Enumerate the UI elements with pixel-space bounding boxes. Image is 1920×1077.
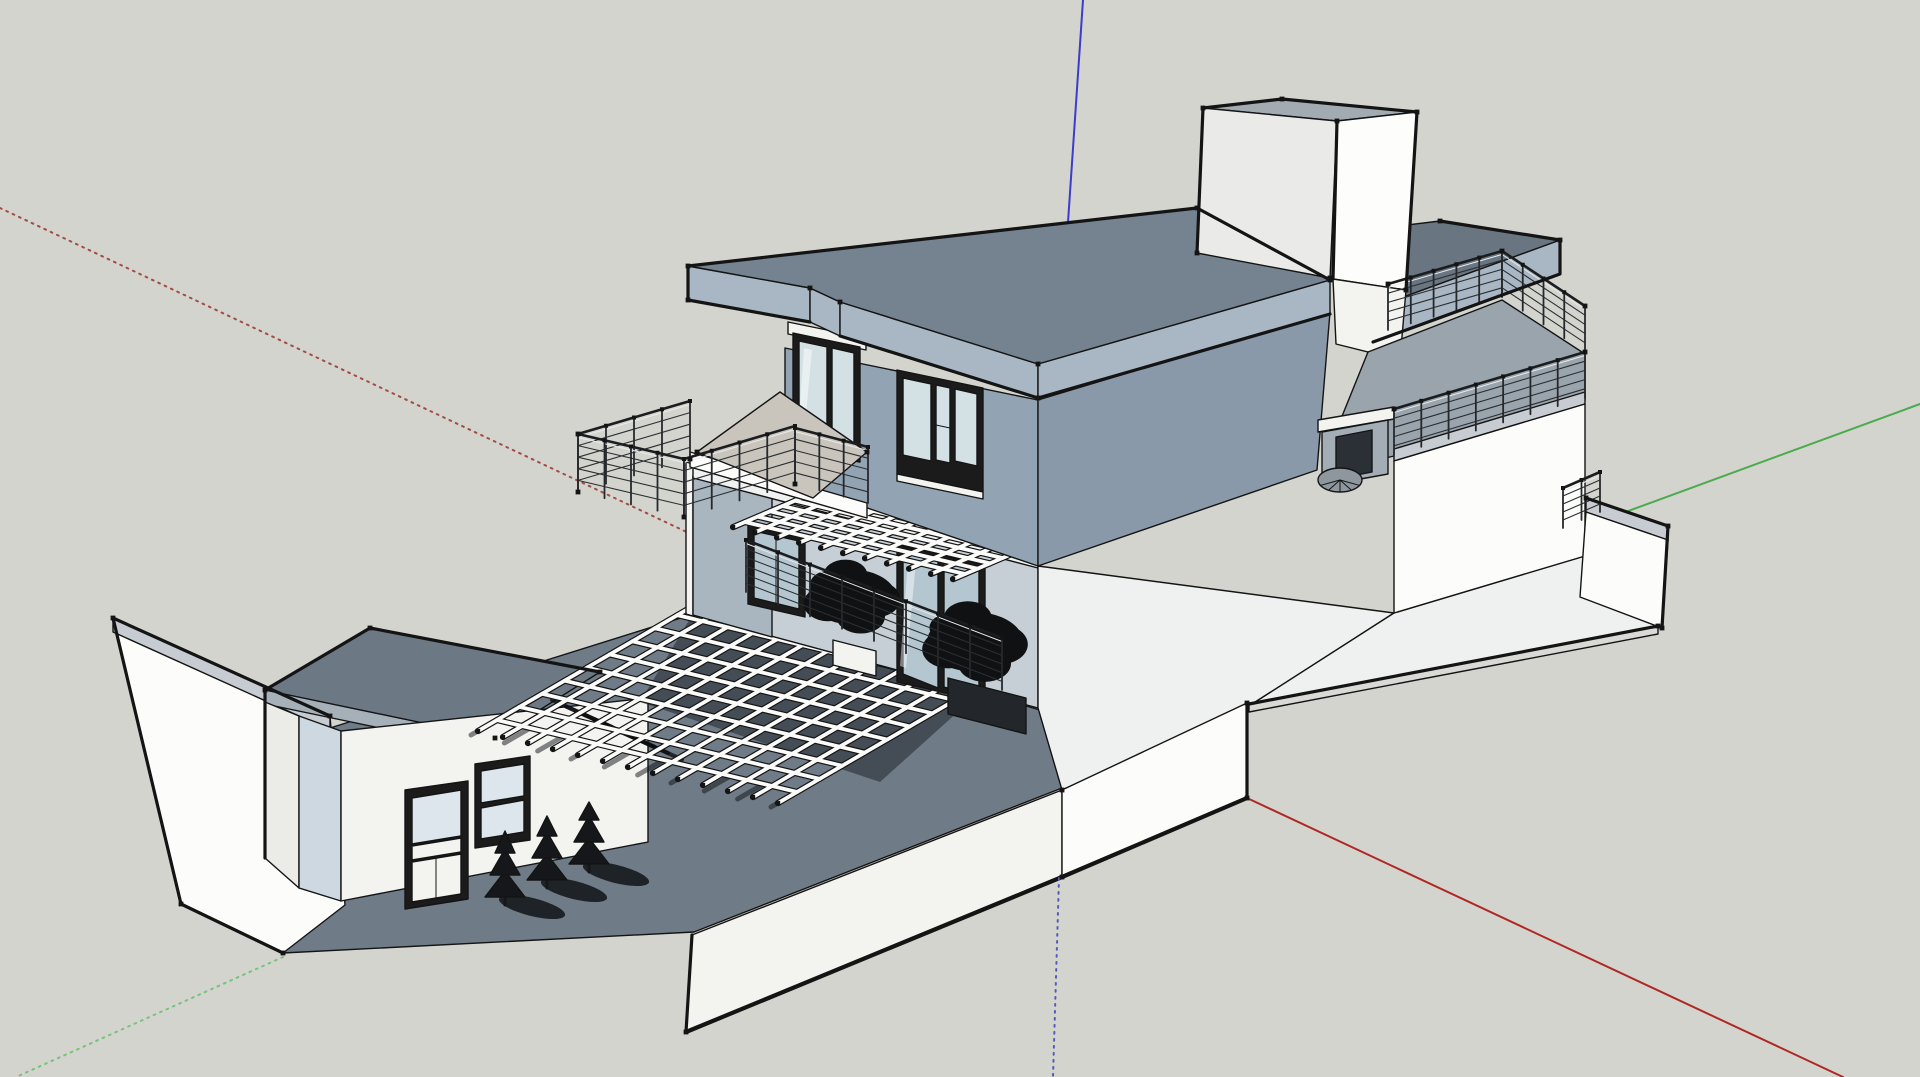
upperfloor-window-pane-left xyxy=(903,378,931,461)
model-canvas[interactable] xyxy=(0,0,1920,1077)
annex-window-glass-top xyxy=(481,764,524,803)
upperfloor-window-pane-right xyxy=(955,389,977,466)
chimney-front-face[interactable] xyxy=(1197,108,1337,278)
upperfloor-window-pane-mid xyxy=(936,385,950,463)
chimney-right-face[interactable] xyxy=(1333,112,1417,290)
sketchup-viewport[interactable] xyxy=(0,0,1920,1077)
spiral-stair-landing[interactable] xyxy=(1318,468,1362,492)
annex-corner-chamfer[interactable] xyxy=(299,716,341,901)
annex-west-wall[interactable] xyxy=(265,702,299,888)
annex-door-glass[interactable] xyxy=(412,790,461,844)
